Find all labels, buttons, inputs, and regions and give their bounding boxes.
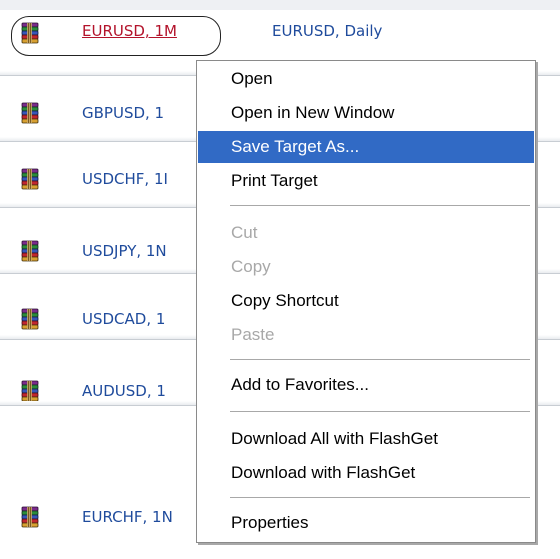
file-link[interactable]: USDCAD, 1 xyxy=(82,310,165,328)
menu-item-copy-shortcut[interactable]: Copy Shortcut xyxy=(198,285,534,317)
file-link[interactable]: USDCHF, 1I xyxy=(82,170,168,188)
menu-item-properties[interactable]: Properties xyxy=(198,507,534,539)
menu-item-download-all-with-flashget[interactable]: Download All with FlashGet xyxy=(198,423,534,455)
file-link[interactable]: AUDUSD, 1 xyxy=(82,382,166,400)
menu-item-paste[interactable]: Paste xyxy=(198,319,534,351)
menu-item-save-target-as[interactable]: Save Target As... xyxy=(198,131,534,163)
menu-item-print-target[interactable]: Print Target xyxy=(198,165,534,197)
file-link[interactable]: EURUSD, Daily xyxy=(272,22,382,40)
winrar-archive-icon[interactable] xyxy=(19,102,41,124)
menu-separator xyxy=(230,411,530,412)
menu-item-open-in-new-window[interactable]: Open in New Window xyxy=(198,97,534,129)
context-menu: Open Open in New Window Save Target As..… xyxy=(196,60,536,543)
winrar-archive-icon[interactable] xyxy=(19,168,41,190)
menu-separator xyxy=(230,497,530,498)
menu-item-copy[interactable]: Copy xyxy=(198,251,534,283)
menu-separator xyxy=(230,359,530,360)
winrar-archive-icon[interactable] xyxy=(19,240,41,262)
file-link[interactable]: EURCHF, 1N xyxy=(82,508,173,526)
menu-item-download-with-flashget[interactable]: Download with FlashGet xyxy=(198,457,534,489)
menu-item-cut[interactable]: Cut xyxy=(198,217,534,249)
menu-item-open[interactable]: Open xyxy=(198,63,534,95)
winrar-archive-icon[interactable] xyxy=(19,308,41,330)
menu-separator xyxy=(230,205,530,206)
file-link[interactable]: GBPUSD, 1 xyxy=(82,104,164,122)
top-strip xyxy=(0,0,560,10)
winrar-archive-icon[interactable] xyxy=(19,506,41,528)
file-link[interactable]: USDJPY, 1N xyxy=(82,242,167,260)
focus-outline xyxy=(11,16,221,56)
menu-item-add-to-favorites[interactable]: Add to Favorites... xyxy=(198,369,534,401)
winrar-archive-icon[interactable] xyxy=(19,380,41,402)
